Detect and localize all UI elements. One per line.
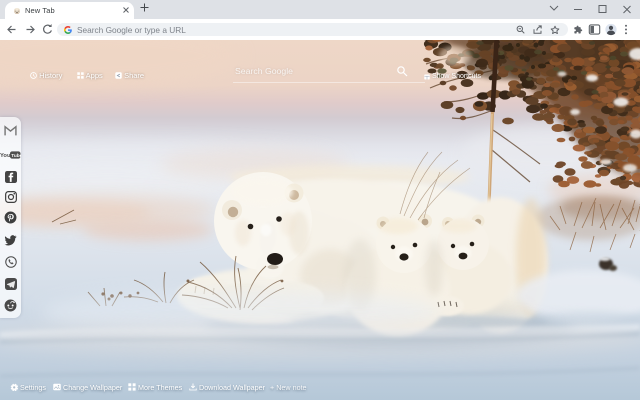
svg-text:Tube: Tube — [11, 153, 21, 159]
svg-text:You: You — [0, 153, 11, 159]
